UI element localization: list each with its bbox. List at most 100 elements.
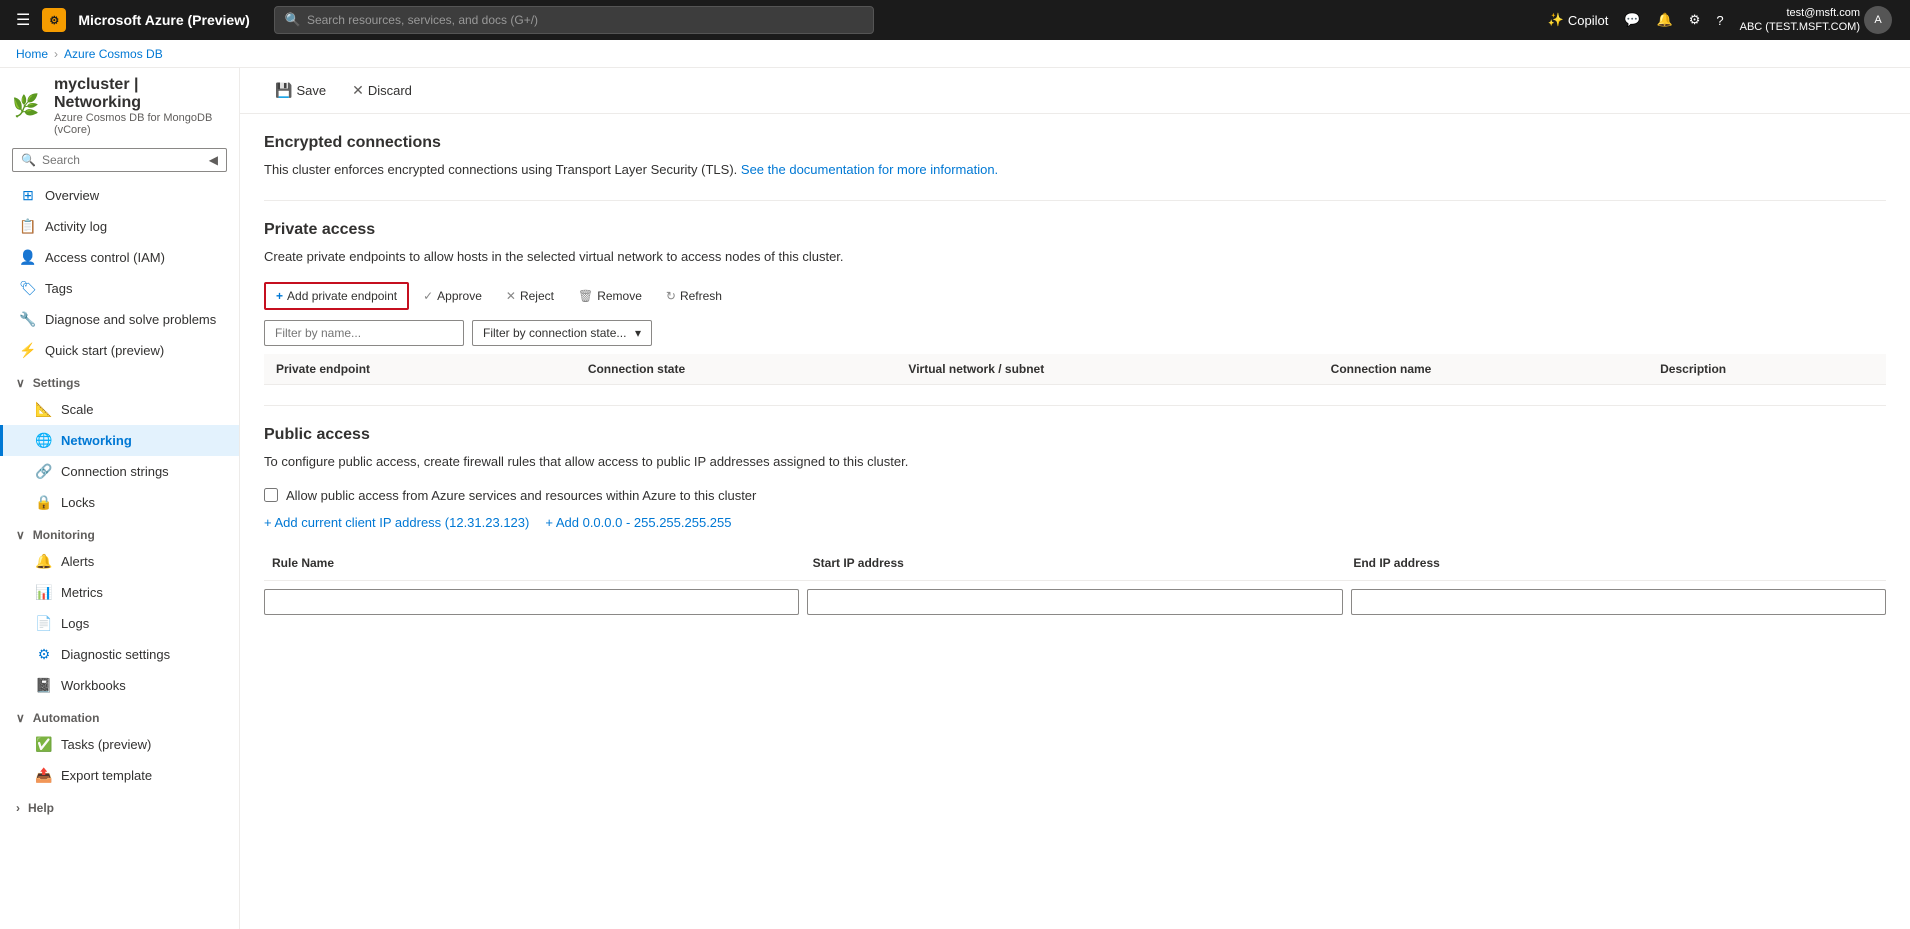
breadcrumb-parent[interactable]: Azure Cosmos DB xyxy=(64,47,163,61)
public-access-title: Public access xyxy=(264,426,1886,444)
iam-icon: 👤 xyxy=(19,249,37,266)
tls-docs-link[interactable]: See the documentation for more informati… xyxy=(741,162,998,177)
discard-button[interactable]: ✕ Discard xyxy=(341,76,423,105)
nav-icons: ✨ Copilot 💬 🔔 ⚙ ? test@msft.com ABC (TES… xyxy=(1542,2,1898,39)
sidebar-item-tasks[interactable]: ✅ Tasks (preview) xyxy=(0,729,239,760)
refresh-button[interactable]: ↻ Refresh xyxy=(656,284,732,308)
table-header-row: Private endpoint Connection state Virtua… xyxy=(264,354,1886,385)
approve-button[interactable]: ✓ Approve xyxy=(413,284,492,308)
diagnostic-icon: ⚙ xyxy=(35,646,53,663)
quickstart-icon: ⚡ xyxy=(19,342,37,359)
reject-button[interactable]: ✕ Reject xyxy=(496,284,564,308)
bell-icon: 🔔 xyxy=(1657,12,1673,28)
sidebar-search[interactable]: 🔍 ◀ xyxy=(12,148,227,172)
resource-icon: 🌿 xyxy=(12,90,40,122)
sidebar-item-diagnostic-settings[interactable]: ⚙ Diagnostic settings xyxy=(0,639,239,670)
sidebar: 🌿 mycluster | Networking Azure Cosmos DB… xyxy=(0,68,240,929)
reject-label: Reject xyxy=(520,289,554,303)
sidebar-item-label: Access control (IAM) xyxy=(45,250,165,265)
copilot-button[interactable]: ✨ Copilot xyxy=(1542,8,1615,32)
global-search-bar[interactable]: 🔍 xyxy=(274,6,874,34)
sidebar-item-logs[interactable]: 📄 Logs xyxy=(0,608,239,639)
sidebar-section-monitoring: ∨ Monitoring xyxy=(0,518,239,546)
col-description: Description xyxy=(1648,354,1886,385)
checkmark-icon: ✓ xyxy=(423,289,433,303)
breadcrumb-sep-1: › xyxy=(54,47,58,61)
global-search-input[interactable] xyxy=(307,13,863,27)
sidebar-item-metrics[interactable]: 📊 Metrics xyxy=(0,577,239,608)
brand-name: Microsoft Azure (Preview) xyxy=(78,12,249,28)
settings-button[interactable]: ⚙ xyxy=(1683,8,1707,32)
feedback-button[interactable]: 💬 xyxy=(1618,8,1646,32)
sidebar-item-label: Quick start (preview) xyxy=(45,343,164,358)
col-start-ip: Start IP address xyxy=(805,552,1346,574)
activity-log-icon: 📋 xyxy=(19,218,37,235)
sidebar-item-quickstart[interactable]: ⚡ Quick start (preview) xyxy=(0,335,239,366)
resource-name: mycluster | Networking xyxy=(54,76,227,112)
rule-name-input[interactable] xyxy=(264,589,799,615)
hamburger-menu[interactable]: ☰ xyxy=(12,6,34,34)
sidebar-item-access-control[interactable]: 👤 Access control (IAM) xyxy=(0,242,239,273)
help-button[interactable]: ? xyxy=(1710,9,1729,32)
add-client-ip-link[interactable]: + Add current client IP address (12.31.2… xyxy=(264,515,529,530)
sidebar-item-label: Scale xyxy=(61,402,94,417)
add-endpoint-highlight: + Add private endpoint xyxy=(264,282,409,310)
chevron-right-icon: › xyxy=(16,801,20,815)
public-access-section: Public access To configure public access… xyxy=(264,426,1886,623)
resource-title-area: mycluster | Networking Azure Cosmos DB f… xyxy=(54,76,227,136)
add-all-ips-link[interactable]: + Add 0.0.0.0 - 255.255.255.255 xyxy=(545,515,731,530)
sidebar-item-export-template[interactable]: 📤 Export template xyxy=(0,760,239,791)
private-access-title: Private access xyxy=(264,221,1886,239)
sidebar-item-label: Export template xyxy=(61,768,152,783)
sidebar-item-activity-log[interactable]: 📋 Activity log xyxy=(0,211,239,242)
content-body: Encrypted connections This cluster enfor… xyxy=(240,114,1910,643)
tasks-icon: ✅ xyxy=(35,736,53,753)
breadcrumb-home[interactable]: Home xyxy=(16,47,48,61)
end-ip-input[interactable] xyxy=(1351,589,1886,615)
sidebar-search-input[interactable] xyxy=(42,153,203,167)
encrypted-connections-desc: This cluster enforces encrypted connecti… xyxy=(264,160,1886,180)
brand-icon: ⚙ xyxy=(42,8,66,32)
export-icon: 📤 xyxy=(35,767,53,784)
sidebar-item-overview[interactable]: ⊞ Overview xyxy=(0,180,239,211)
col-connection-state: Connection state xyxy=(576,354,897,385)
sidebar-navigation: ⊞ Overview 📋 Activity log 👤 Access contr… xyxy=(0,180,239,929)
sidebar-item-label: Workbooks xyxy=(61,678,126,693)
logs-icon: 📄 xyxy=(35,615,53,632)
user-avatar[interactable]: A xyxy=(1864,6,1892,34)
sidebar-item-label: Diagnose and solve problems xyxy=(45,312,216,327)
diagnose-icon: 🔧 xyxy=(19,311,37,328)
breadcrumb: Home › Azure Cosmos DB xyxy=(0,40,1910,68)
add-private-endpoint-button[interactable]: + Add private endpoint xyxy=(266,284,407,308)
sidebar-item-label: Overview xyxy=(45,188,99,203)
filter-name-input[interactable] xyxy=(264,320,464,346)
section-divider-1 xyxy=(264,200,1886,201)
sidebar-collapse-icon[interactable]: ◀ xyxy=(209,153,218,167)
remove-label: Remove xyxy=(597,289,642,303)
sidebar-item-tags[interactable]: 🏷 Tags xyxy=(0,273,239,304)
notifications-button[interactable]: 🔔 xyxy=(1651,8,1679,32)
sidebar-item-alerts[interactable]: 🔔 Alerts xyxy=(0,546,239,577)
user-menu[interactable]: test@msft.com ABC (TEST.MSFT.COM) A xyxy=(1734,2,1898,39)
remove-button[interactable]: 🗑 Remove xyxy=(568,284,652,308)
content-area: 💾 Save ✕ Discard Encrypted connections T… xyxy=(240,68,1910,929)
main-layout: 🌿 mycluster | Networking Azure Cosmos DB… xyxy=(0,68,1910,929)
sidebar-item-workbooks[interactable]: 📓 Workbooks xyxy=(0,670,239,701)
sidebar-item-connection-strings[interactable]: 🔗 Connection strings xyxy=(0,456,239,487)
filter-state-select[interactable]: Filter by connection state... ▾ xyxy=(472,320,652,346)
sidebar-item-locks[interactable]: 🔒 Locks xyxy=(0,487,239,518)
start-ip-input[interactable] xyxy=(807,589,1342,615)
public-access-checkbox-label[interactable]: Allow public access from Azure services … xyxy=(286,488,756,503)
col-end-ip: End IP address xyxy=(1345,552,1886,574)
sidebar-item-scale[interactable]: 📐 Scale xyxy=(0,394,239,425)
public-access-checkbox[interactable] xyxy=(264,488,278,502)
user-tenant: ABC (TEST.MSFT.COM) xyxy=(1740,20,1860,34)
private-endpoint-table: Private endpoint Connection state Virtua… xyxy=(264,354,1886,385)
sidebar-item-diagnose[interactable]: 🔧 Diagnose and solve problems xyxy=(0,304,239,335)
user-info: test@msft.com ABC (TEST.MSFT.COM) xyxy=(1740,6,1860,35)
copilot-label: Copilot xyxy=(1568,13,1608,28)
chevron-down-icon: ∨ xyxy=(16,711,25,725)
sidebar-item-networking[interactable]: 🌐 Networking xyxy=(0,425,239,456)
private-access-desc: Create private endpoints to allow hosts … xyxy=(264,247,1886,267)
save-button[interactable]: 💾 Save xyxy=(264,76,337,105)
